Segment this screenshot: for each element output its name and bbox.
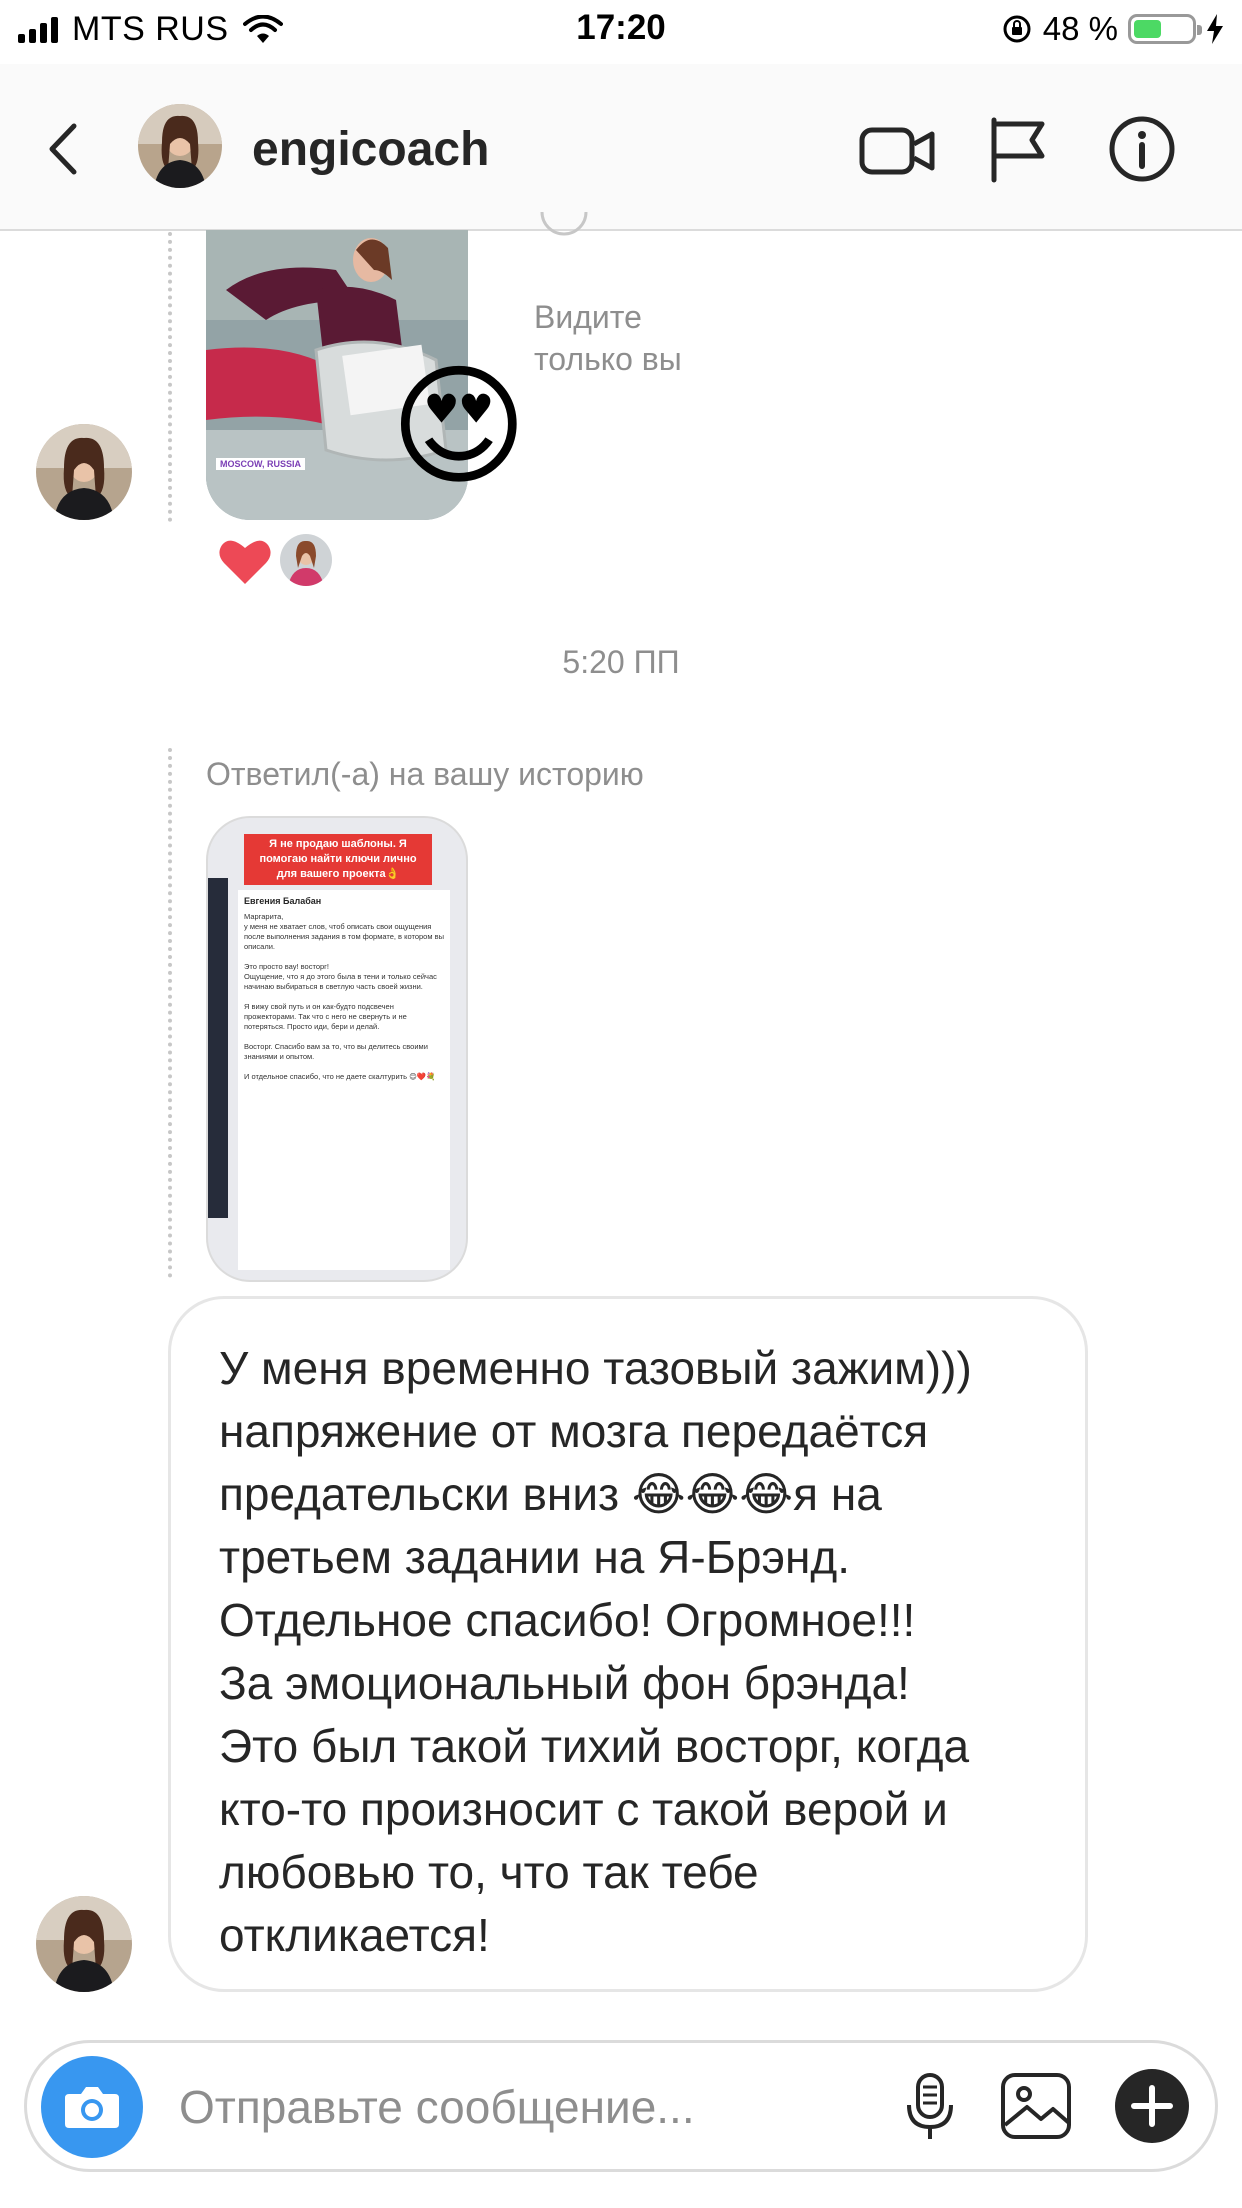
story-sidebar	[208, 878, 228, 1218]
video-call-icon[interactable]	[858, 114, 938, 184]
info-icon[interactable]	[1100, 114, 1180, 184]
flag-icon[interactable]	[980, 114, 1060, 184]
battery-icon	[1128, 14, 1202, 44]
thread-divider	[168, 232, 172, 522]
seen-check-icon	[540, 211, 588, 236]
message-input[interactable]	[177, 2073, 881, 2141]
like-heart-icon[interactable]	[218, 536, 272, 586]
story-preview[interactable]: Я не продаю шаблоны. Я помогаю найти клю…	[206, 816, 468, 1282]
message-composer	[24, 2040, 1218, 2172]
microphone-icon[interactable]	[887, 2063, 973, 2149]
camera-button[interactable]	[41, 2056, 143, 2158]
avatar[interactable]	[138, 104, 222, 188]
add-icon[interactable]	[1109, 2063, 1195, 2149]
battery-percent: 48 %	[1042, 10, 1118, 47]
message-timestamp: 5:20 ПП	[562, 644, 680, 680]
location-tag: MOSCOW, RUSSIA	[216, 458, 306, 470]
camera-icon	[65, 2087, 119, 2128]
story-body: Маргарита, у меня не хватает слов, чтоб …	[244, 912, 444, 1081]
thread-divider	[168, 748, 172, 1278]
status-bar: MTS RUS 17:20 48 %	[0, 0, 1242, 64]
chat-header: engicoach	[0, 64, 1242, 231]
gallery-icon[interactable]	[993, 2063, 1079, 2149]
story-banner: Я не продаю шаблоны. Я помогаю найти клю…	[244, 834, 432, 885]
avatar[interactable]	[36, 424, 132, 520]
avatar[interactable]	[36, 1896, 132, 1992]
back-icon[interactable]	[40, 114, 90, 184]
orientation-lock-icon	[1003, 15, 1031, 43]
story-card: Евгения Балабан Маргарита, у меня не хва…	[238, 890, 450, 1270]
story-reply-label: Ответил(-а) на вашу историю	[206, 756, 644, 792]
message-bubble[interactable]: У меня временно тазовый зажим))) напряже…	[168, 1296, 1088, 1992]
chat-username[interactable]: engicoach	[252, 122, 489, 177]
story-author: Евгения Балабан	[244, 896, 322, 906]
reaction-emoji: 😍	[390, 353, 528, 500]
charging-bolt-icon	[1207, 14, 1223, 44]
reactor-avatar[interactable]	[280, 534, 332, 586]
visibility-note: Видите только вы	[534, 299, 682, 377]
